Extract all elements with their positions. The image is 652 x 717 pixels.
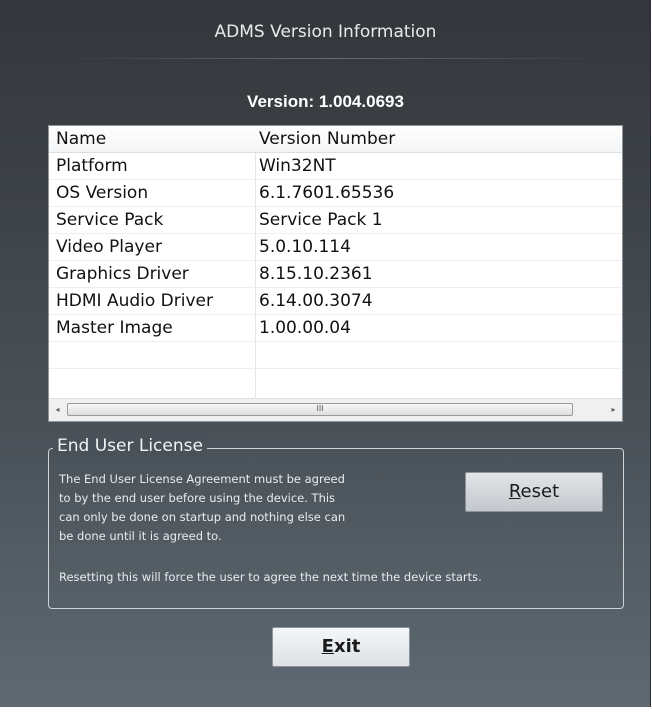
row-name-cell: Graphics Driver xyxy=(56,264,189,284)
row-version-cell: Service Pack 1 xyxy=(259,210,383,230)
scroll-right-icon[interactable]: ▸ xyxy=(605,399,622,421)
table-row[interactable]: OS Version 6.1.7601.65536 xyxy=(49,180,622,207)
reset-button[interactable]: Reset xyxy=(465,472,603,512)
exit-button[interactable]: Exit xyxy=(272,627,410,667)
scrollbar-thumb[interactable]: III xyxy=(67,403,573,416)
table-row[interactable]: Platform Win32NT xyxy=(49,153,622,180)
row-name-cell: OS Version xyxy=(56,183,149,203)
license-text-line: The End User License Agreement must be a… xyxy=(59,472,345,486)
version-table[interactable]: Name Version Number Platform Win32NT OS … xyxy=(48,125,623,422)
table-header-row: Name Version Number xyxy=(49,126,622,153)
table-row[interactable]: Video Player 5.0.10.114 xyxy=(49,234,622,261)
row-name-cell: Master Image xyxy=(56,318,173,338)
version-info-dialog: ADMS Version Information Version: 1.004.… xyxy=(0,0,651,707)
license-text-line: be done until it is agreed to. xyxy=(59,529,222,543)
reset-mnemonic: R xyxy=(508,481,521,502)
row-version-cell: 8.15.10.2361 xyxy=(259,264,373,284)
license-group-title: End User License xyxy=(53,436,207,456)
version-label: Version: 1.004.0693 xyxy=(247,92,404,111)
table-row[interactable]: Master Image 1.00.00.04 xyxy=(49,315,622,342)
license-text-line: can only be done on startup and nothing … xyxy=(59,510,346,524)
table-row[interactable]: Service Pack Service Pack 1 xyxy=(49,207,622,234)
row-version-cell: Win32NT xyxy=(259,156,336,176)
row-version-cell: 6.14.00.3074 xyxy=(259,291,373,311)
scroll-left-icon[interactable]: ◂ xyxy=(49,399,66,421)
reset-label: eset xyxy=(520,481,560,502)
table-row[interactable]: HDMI Audio Driver 6.14.00.3074 xyxy=(49,288,622,315)
row-version-cell: 1.00.00.04 xyxy=(259,318,351,338)
row-version-cell: 6.1.7601.65536 xyxy=(259,183,395,203)
empty-table-row xyxy=(49,342,622,369)
empty-table-row xyxy=(49,369,622,395)
column-header-name[interactable]: Name xyxy=(56,129,106,149)
row-name-cell: Video Player xyxy=(56,237,162,257)
row-version-cell: 5.0.10.114 xyxy=(259,237,351,257)
dialog-title: ADMS Version Information xyxy=(214,22,437,42)
license-description: The End User License Agreement must be a… xyxy=(59,470,345,546)
row-name-cell: Platform xyxy=(56,156,128,176)
exit-label: xit xyxy=(333,636,361,657)
row-name-cell: HDMI Audio Driver xyxy=(56,291,213,311)
column-header-version[interactable]: Version Number xyxy=(259,129,395,149)
reset-warning-text: Resetting this will force the user to ag… xyxy=(59,570,482,584)
title-divider xyxy=(62,58,606,59)
license-text-line: to by the end user before using the devi… xyxy=(59,491,336,505)
table-row[interactable]: Graphics Driver 8.15.10.2361 xyxy=(49,261,622,288)
row-name-cell: Service Pack xyxy=(56,210,164,230)
horizontal-scrollbar[interactable]: ◂ III ▸ xyxy=(49,398,622,421)
exit-mnemonic: E xyxy=(321,636,334,657)
